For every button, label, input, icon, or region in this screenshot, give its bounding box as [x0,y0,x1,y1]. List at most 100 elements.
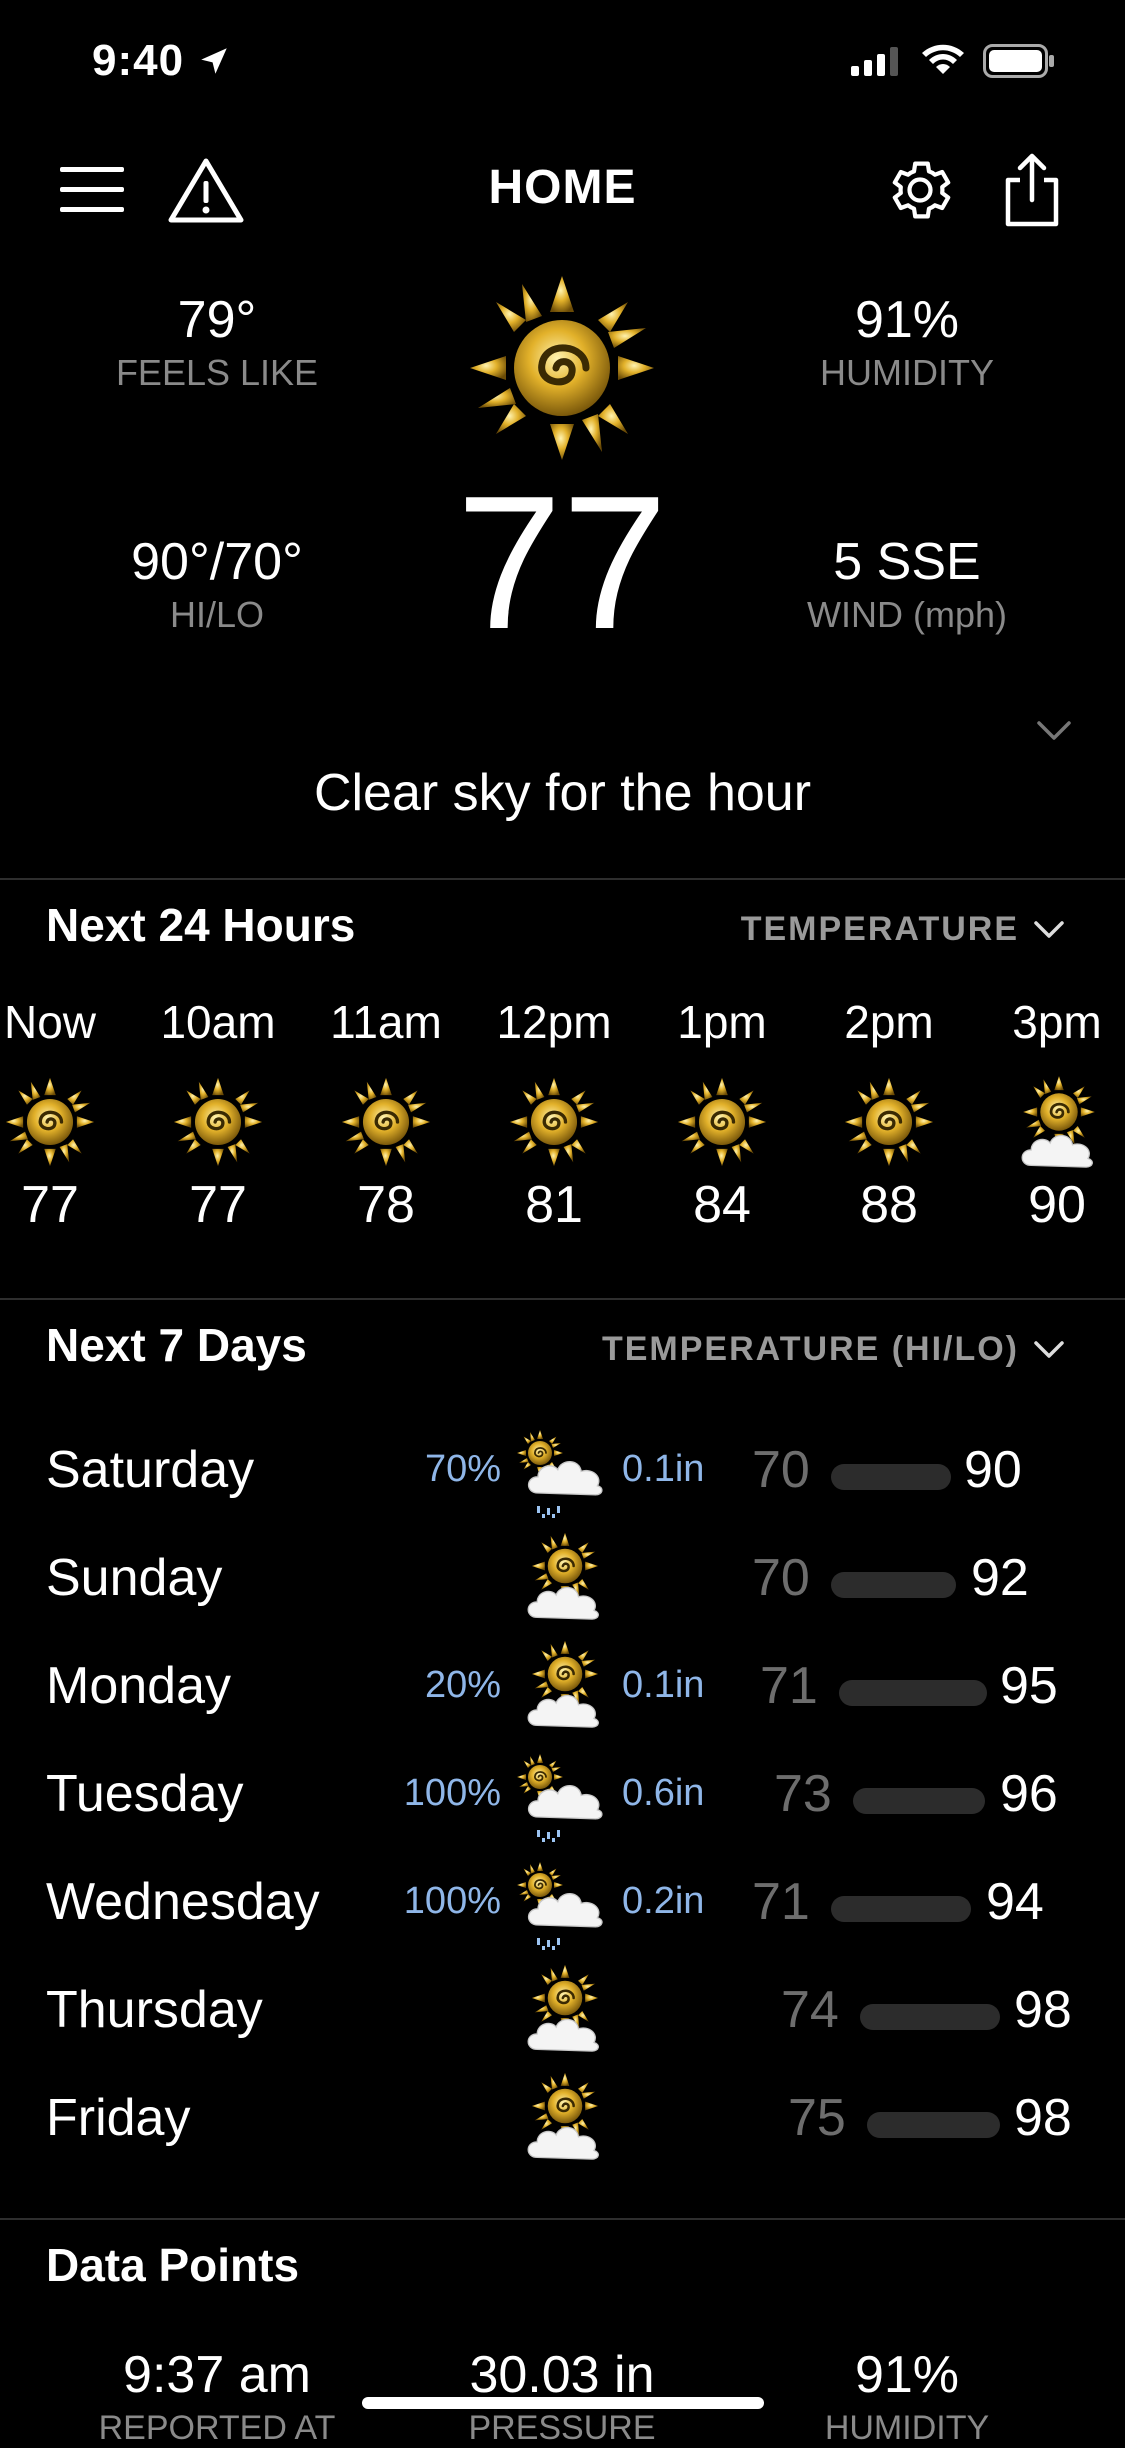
hour-item: 12pm 81 [469,995,639,1235]
share-button[interactable] [992,150,1072,230]
low-temp: 70 [752,1549,810,1607]
sun-icon [4,1076,96,1168]
high-temp: 94 [986,1873,1044,1931]
low-temp: 75 [788,2089,846,2147]
high-temp: 98 [1014,1981,1072,2039]
hour-item: 3pm 90 [972,995,1125,1235]
day-row[interactable]: Tuesday 100% 0.6in 73 96 [0,1742,1125,1842]
precip-chance: 100% [403,1772,501,1814]
day-name: Friday [46,2089,191,2147]
low-temp: 71 [752,1873,810,1931]
day-row[interactable]: Sunday 70 92 [0,1526,1125,1626]
sun-icon [843,1076,935,1168]
partly-cloudy-icon [527,1639,600,1728]
precip-chance: 100% [403,1880,501,1922]
day-name: Sunday [46,1549,223,1607]
hour-time: 12pm [496,996,612,1048]
sun-icon [676,1076,768,1168]
share-icon [1005,153,1059,227]
hour-temp: 88 [860,1176,918,1234]
settings-button[interactable] [880,150,960,230]
temp-range-bar [853,1788,985,1814]
data-point-value: 9:37 am [123,2346,311,2404]
rain-icon [516,1753,603,1842]
day-row[interactable]: Friday 75 98 [0,2066,1125,2166]
status-time: 9:40 [92,36,231,86]
day-name: Tuesday [46,1765,244,1823]
data-point: 9:37 am REPORTED AT [47,2345,387,2448]
hourly-metric-label: TEMPERATURE [740,910,1019,948]
current-sun-icon [462,263,662,473]
hourly-metric-selector[interactable]: TEMPERATURE [741,910,1065,949]
temp-range-bar [831,1572,956,1598]
precip-chance: 20% [424,1664,501,1706]
wifi-icon [922,44,964,74]
divider [0,2218,1125,2220]
sun-icon [172,1076,264,1168]
divider [0,1298,1125,1300]
data-point: 91% HUMIDITY [737,2345,1077,2448]
precip-amount: 0.1in [622,1448,705,1490]
current-temperature: 77 [456,457,668,669]
partly-cloudy-icon [527,1963,600,2052]
home-indicator[interactable] [362,2397,764,2409]
hour-temp: 81 [525,1176,583,1234]
precip-amount: 0.6in [622,1772,705,1814]
cellular-signal-icon [851,47,898,76]
daily-metric-selector[interactable]: TEMPERATURE (HI/LO) [602,1330,1065,1369]
high-temp: 96 [1000,1765,1058,1823]
hour-temp: 78 [357,1176,415,1234]
low-temp: 71 [760,1657,818,1715]
day-name: Wednesday [46,1873,320,1931]
hour-time: 1pm [677,996,767,1048]
hourly-section-title: Next 24 Hours [46,899,356,951]
high-temp: 90 [964,1441,1022,1499]
temp-range-bar [839,1680,987,1706]
rain-icon [516,1429,603,1518]
hour-temp: 84 [693,1176,751,1234]
feels-like-stat: 79° FEELS LIKE [67,290,367,394]
data-point-label: PRESSURE [468,2409,656,2447]
day-row[interactable]: Monday 20% 0.1in 71 95 [0,1634,1125,1734]
temp-range-bar [860,2004,1000,2030]
expand-chevron-icon[interactable] [1036,720,1072,742]
temp-range-bar [831,1464,951,1490]
precip-amount: 0.1in [622,1664,705,1706]
gear-icon [892,161,951,219]
day-row[interactable]: Wednesday 100% 0.2in 71 94 [0,1850,1125,1950]
hilo-value: 90°/70° [131,533,303,591]
current-summary: Clear sky for the hour [313,764,812,822]
hour-temp: 77 [189,1176,247,1234]
day-row[interactable]: Saturday 70% 0.1in 70 90 [0,1418,1125,1518]
day-row[interactable]: Thursday 74 98 [0,1958,1125,2058]
hour-item: 11am 78 [301,995,471,1235]
precip-amount: 0.2in [622,1880,705,1922]
hour-time: 2pm [844,996,934,1048]
feels-like-value: 79° [177,291,257,349]
data-points-title: Data Points [46,2239,300,2291]
high-temp: 95 [1000,1657,1058,1715]
precip-chance: 70% [424,1448,501,1490]
hour-item: 2pm 88 [804,995,974,1235]
chevron-down-icon [1034,1340,1064,1358]
partly-cloudy-icon [527,2071,600,2160]
hour-item: 10am 77 [133,995,303,1235]
humidity-stat: 91% HUMIDITY [757,290,1057,394]
hour-item: 1pm 84 [637,995,807,1235]
hour-temp: 90 [1028,1176,1086,1234]
day-name: Monday [46,1657,231,1715]
hilo-label: HI/LO [169,594,265,635]
data-point-label: HUMIDITY [824,2409,990,2447]
battery-icon [983,44,1054,78]
divider [0,878,1125,880]
chevron-down-icon [1034,920,1064,938]
status-indicators [851,44,1055,78]
high-temp: 98 [1014,2089,1072,2147]
daily-metric-label: TEMPERATURE (HI/LO) [601,1330,1019,1368]
low-temp: 73 [774,1765,832,1823]
daily-section-title: Next 7 Days [46,1319,307,1371]
wind-stat: 5 SSE WIND (mph) [757,532,1057,636]
day-name: Saturday [46,1441,255,1499]
temp-range-bar [831,1896,971,1922]
hour-time: 10am [160,996,276,1048]
